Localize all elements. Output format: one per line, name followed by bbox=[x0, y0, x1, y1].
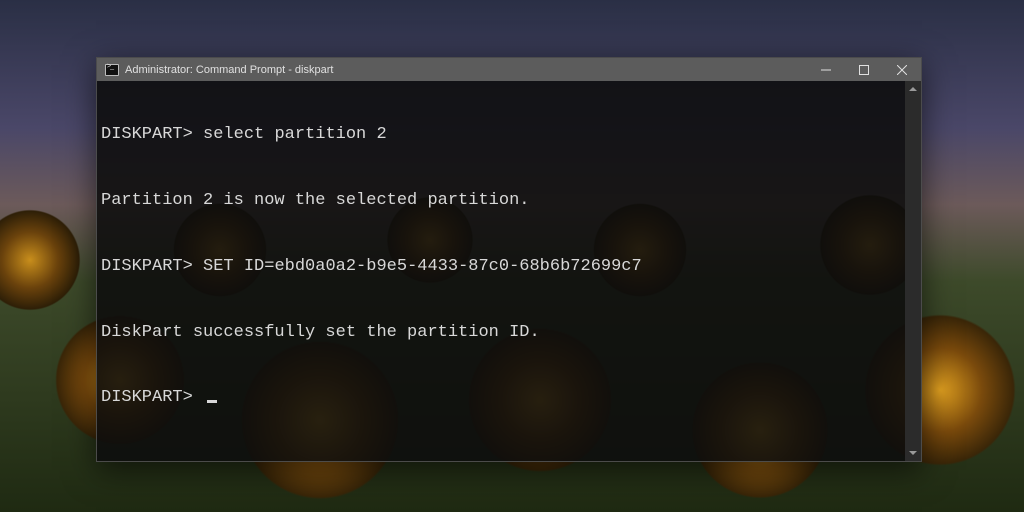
chevron-down-icon bbox=[909, 449, 917, 457]
terminal-output[interactable]: DISKPART> select partition 2 Partition 2… bbox=[97, 81, 905, 461]
scroll-down-button[interactable] bbox=[905, 445, 921, 461]
prompt: DISKPART> bbox=[101, 388, 193, 407]
maximize-icon bbox=[859, 65, 869, 75]
scroll-up-button[interactable] bbox=[905, 81, 921, 97]
maximize-button[interactable] bbox=[845, 58, 883, 81]
command-text: select partition 2 bbox=[203, 125, 387, 144]
minimize-icon bbox=[821, 65, 831, 75]
command-prompt-window: Administrator: Command Prompt - diskpart… bbox=[96, 57, 922, 462]
prompt: DISKPART> bbox=[101, 125, 193, 144]
vertical-scrollbar[interactable] bbox=[905, 81, 921, 461]
close-button[interactable] bbox=[883, 58, 921, 81]
prompt: DISKPART> bbox=[101, 257, 193, 276]
desktop-wallpaper: Administrator: Command Prompt - diskpart… bbox=[0, 0, 1024, 512]
titlebar[interactable]: Administrator: Command Prompt - diskpart bbox=[97, 58, 921, 81]
chevron-up-icon bbox=[909, 85, 917, 93]
command-text: SET ID=ebd0a0a2-b9e5-4433-87c0-68b6b7269… bbox=[203, 257, 642, 276]
minimize-button[interactable] bbox=[807, 58, 845, 81]
output-text: DiskPart successfully set the partition … bbox=[101, 323, 540, 342]
cursor bbox=[207, 400, 217, 403]
close-icon bbox=[897, 65, 907, 75]
window-title: Administrator: Command Prompt - diskpart bbox=[125, 64, 807, 76]
output-text: Partition 2 is now the selected partitio… bbox=[101, 191, 529, 210]
cmd-icon bbox=[105, 64, 119, 76]
